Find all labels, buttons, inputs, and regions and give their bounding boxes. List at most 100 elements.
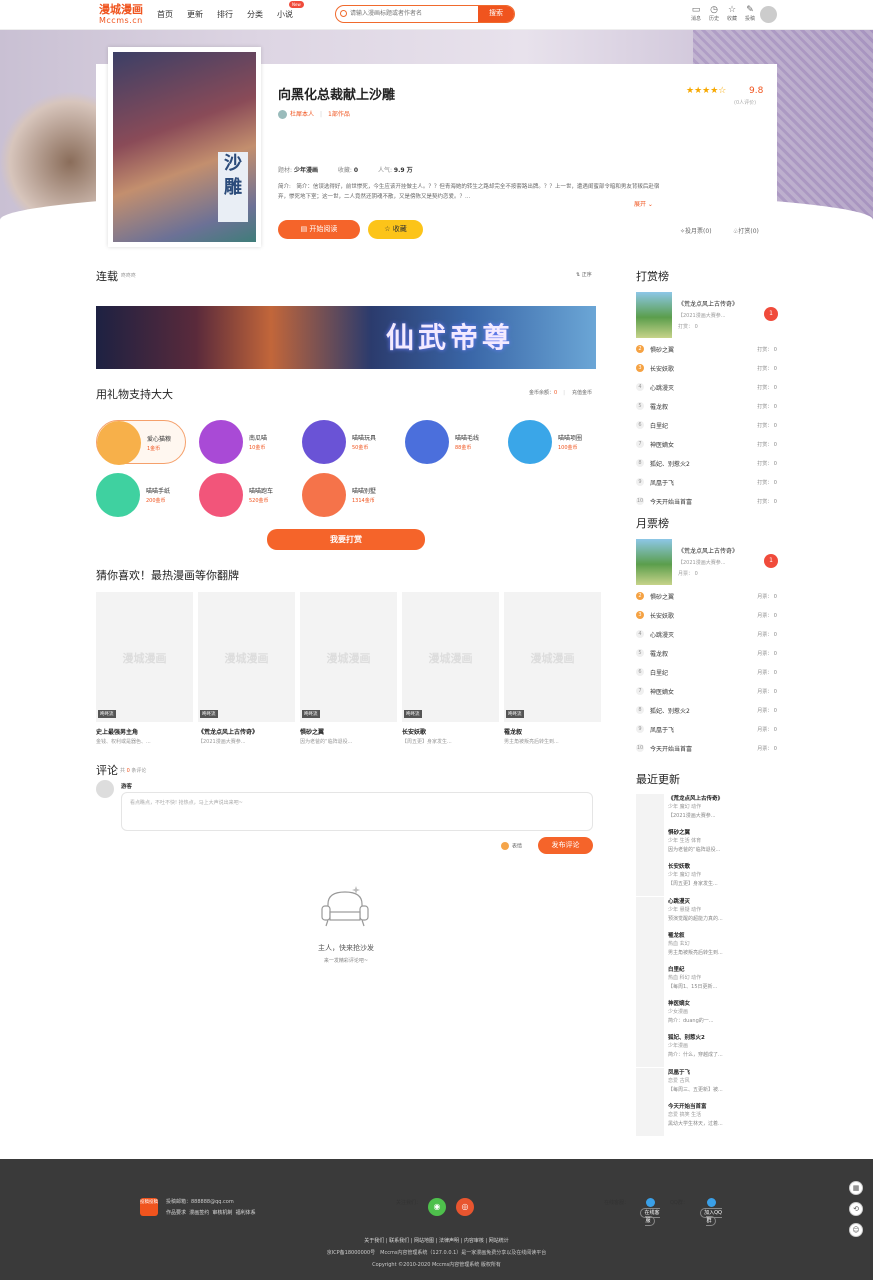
gift-item[interactable]: 南瓜喵 10金币 (199, 420, 289, 464)
footer-link[interactable]: 网站地图 (414, 1238, 434, 1244)
start-reading-button[interactable]: ▤ 开始阅读 (278, 220, 360, 239)
recent-item[interactable]: 狐妃、别惹火2 少年漫画 简介：什么，穿越成了... (636, 1033, 777, 1068)
recent-item[interactable]: 今天开始当首富 恋爱 搞笑 生活 黑幼大学生林天，过着... (636, 1101, 777, 1136)
submit-tip-button[interactable]: 我要打赏 (267, 529, 425, 550)
comic-name[interactable]: 史上最强男主角 (96, 727, 138, 736)
rank-item[interactable]: 5 罹龙叙 打赏： 0 (636, 402, 777, 421)
rank-item[interactable]: 2 惧砂之翼 打赏： 0 (636, 345, 777, 364)
qq-block[interactable]: 加入QQ群 (697, 1198, 725, 1226)
comic-name[interactable]: 罹龙叙 (504, 727, 522, 736)
history-button[interactable]: ◷ 历史 (705, 6, 723, 23)
comic-card[interactable]: 漫城漫画 咚咚流 (300, 592, 397, 722)
rank-item[interactable]: 4 心跳漫灭 月票： 0 (636, 630, 777, 649)
gift-item[interactable]: 喵喵玩具 50金币 (302, 420, 392, 464)
comic-card[interactable]: 漫城漫画 咚咚流 (198, 592, 295, 722)
footer-link[interactable]: 审核机制 (212, 1210, 232, 1216)
nav-novel[interactable]: 小说 (277, 9, 293, 20)
footer-link[interactable]: 关于我们 (364, 1238, 384, 1244)
nav-update[interactable]: 更新 (187, 9, 203, 20)
nav-rank[interactable]: 排行 (217, 9, 233, 20)
recent-item[interactable]: 凤凰于飞 恋爱 古风 【每周三、五更新】被... (636, 1067, 777, 1102)
expand-button[interactable]: 展开 ⌄ (634, 199, 653, 208)
rank-item[interactable]: 4 心跳漫灭 打赏： 0 (636, 383, 777, 402)
favorites-button[interactable]: ☆ 收藏 (723, 6, 741, 23)
rank-item[interactable]: 8 狐妃、别惹火2 打赏： 0 (636, 459, 777, 478)
gift-item[interactable]: 喵喵项圈 100金币 (508, 420, 598, 464)
footer-link[interactable]: 内容审核 (464, 1238, 484, 1244)
rank-top-cover[interactable] (636, 292, 672, 338)
rank-item[interactable]: 10 今天开始当首富 打赏： 0 (636, 497, 777, 516)
comic-card[interactable]: 漫城漫画 咚咚流 (402, 592, 499, 722)
rank-item[interactable]: 5 罹龙叙 月票： 0 (636, 649, 777, 668)
feedback-side-button[interactable]: ☺ (849, 1223, 863, 1237)
gift-item[interactable]: 喵喵跑车 520金币 (199, 473, 289, 517)
rank-number: 7 (636, 440, 644, 448)
wechat-icon[interactable]: ◉ (428, 1198, 446, 1216)
post-comment-button[interactable]: 发布评论 (538, 837, 593, 854)
weibo-icon[interactable]: ◎ (456, 1198, 474, 1216)
qrcode-side-button[interactable]: ▦ (849, 1181, 863, 1195)
gift-item[interactable]: 喵喵手纸 200金币 (96, 473, 186, 517)
rank-item[interactable]: 9 凤凰于飞 月票： 0 (636, 725, 777, 744)
footer-link[interactable]: 作品要求 (166, 1210, 186, 1216)
card-tag: 咚咚流 (200, 710, 218, 718)
rank-item[interactable]: 10 今天开始当首富 月票： 0 (636, 744, 777, 763)
avatar[interactable] (760, 6, 777, 23)
search-input[interactable] (350, 6, 480, 22)
book-cover[interactable]: 沙雕 (108, 47, 261, 247)
search-button[interactable]: 搜索 (478, 6, 514, 22)
comic-card[interactable]: 漫城漫画 咚咚流 (96, 592, 193, 722)
message-button[interactable]: ▭ 消息 (687, 6, 705, 23)
month-ticket-button[interactable]: ✧投月票(0) (680, 226, 712, 235)
footer-link[interactable]: 联系我们 (389, 1238, 409, 1244)
rank-item[interactable]: 6 白里纪 月票： 0 (636, 668, 777, 687)
nav-category[interactable]: 分类 (247, 9, 263, 20)
comment-input[interactable]: 看点瞧点，不吐不快! 抢热点，马上大声说出来吧~ (121, 792, 593, 831)
recent-item[interactable]: 长安妖歌 少年 魔幻 动作 【周五更】身家发生... (636, 862, 777, 897)
comic-name[interactable]: 惧砂之翼 (300, 727, 324, 736)
recent-item[interactable]: 罹龙叙 热血 玄幻 男主角被叛亮后转生到... (636, 930, 777, 965)
ad-banner[interactable]: 仙武帝尊 (96, 306, 596, 369)
recent-item[interactable]: 《荒龙点风上古传奇》 少年 魔幻 动作 【2021漫画大赛参... (636, 794, 777, 828)
footer-link[interactable]: 福利体系 (236, 1210, 256, 1216)
share-side-button[interactable]: ⟲ (849, 1202, 863, 1216)
coin-balance: 金币余额：0 | (529, 390, 565, 396)
nav-home[interactable]: 首页 (157, 9, 173, 20)
upload-button[interactable]: ✎ 投稿 (741, 6, 759, 23)
rank-item[interactable]: 3 长安妖歌 打赏： 0 (636, 364, 777, 383)
rank-value: 月票： 0 (757, 613, 777, 619)
gift-item[interactable]: 喵喵别墅 1314金币 (302, 473, 392, 517)
gift-item[interactable]: 喵喵毛线 88金币 (405, 420, 495, 464)
charge-coins-link[interactable]: 充值金币 (572, 389, 592, 396)
rank-item[interactable]: 6 白里纪 打赏： 0 (636, 421, 777, 440)
footer-link[interactable]: 网站统计 (489, 1238, 509, 1244)
recent-item[interactable]: 惧砂之翼 少年 生活 体育 因为老爸的“临阵退役... (636, 828, 777, 863)
rank-item[interactable]: 2 惧砂之翼 月票： 0 (636, 592, 777, 611)
rank-top-name[interactable]: 《荒龙点风上古传奇》 (678, 546, 738, 555)
sort-button[interactable]: ⇅ 正序 (576, 271, 592, 278)
comic-name[interactable]: 长安妖歌 (402, 727, 426, 736)
month-rank-heading: 月票榜 (636, 517, 669, 530)
comic-card[interactable]: 漫城漫画 咚咚流 (504, 592, 601, 722)
footer-link[interactable]: 法律声明 (439, 1238, 459, 1244)
emoji-button[interactable]: 表情 (501, 842, 522, 850)
rank-number: 3 (636, 611, 644, 619)
rank-top-cover[interactable] (636, 539, 672, 585)
favorite-button[interactable]: ☆ 收藏 (368, 220, 423, 239)
comic-name[interactable]: 《荒龙点风上古传奇》 (198, 727, 258, 736)
site-logo[interactable]: 漫城漫画 Mccms.cn (99, 4, 143, 26)
rank-item[interactable]: 3 长安妖歌 月票： 0 (636, 611, 777, 630)
service-block[interactable]: 在线客服 (637, 1198, 663, 1226)
recent-item[interactable]: 神医嫡女 少女漫画 简介：duang的一... (636, 999, 777, 1034)
recent-item[interactable]: 心跳漫灭 少年 悬疑 动作 预演觉醒的超能力真的... (636, 896, 777, 931)
footer-link[interactable]: 漫画签约 (189, 1210, 209, 1216)
rank-item[interactable]: 8 狐妃、别惹火2 月票： 0 (636, 706, 777, 725)
recent-item[interactable]: 白里纪 热血 科幻 动作 【每周1、15日更新... (636, 965, 777, 999)
author-info[interactable]: 杜犀本人 | 1部作品 (278, 109, 350, 119)
tip-button[interactable]: ♧打赏(0) (733, 226, 759, 235)
rank-item[interactable]: 7 神医嫡女 月票： 0 (636, 687, 777, 706)
rank-item[interactable]: 7 神医嫡女 打赏： 0 (636, 440, 777, 459)
rank-item[interactable]: 9 凤凰于飞 打赏： 0 (636, 478, 777, 497)
rank-top-name[interactable]: 《荒龙点风上古传奇》 (678, 299, 738, 308)
gift-item[interactable]: 爱心猫粮 1金币 (96, 420, 186, 465)
